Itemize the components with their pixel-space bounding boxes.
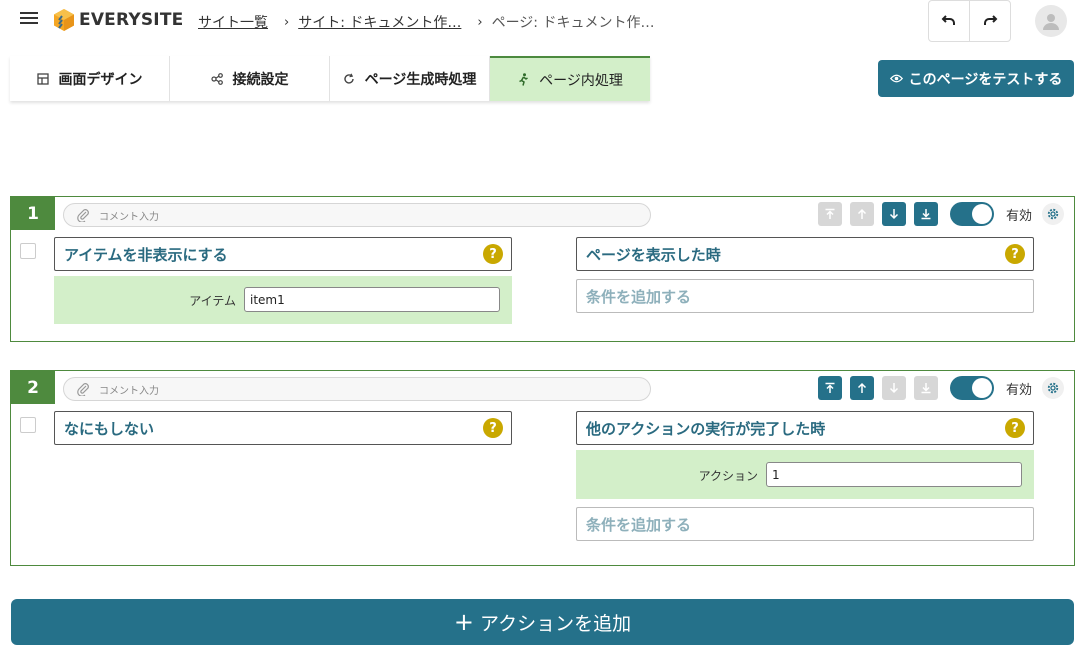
action-type-label: アイテムを非表示にする bbox=[64, 245, 228, 264]
move-top-button[interactable] bbox=[818, 202, 842, 226]
user-icon bbox=[1043, 14, 1059, 30]
tab-label: ページ生成時処理 bbox=[364, 71, 477, 88]
enabled-label: 有効 bbox=[1006, 208, 1033, 224]
comment-input[interactable]: コメント入力 bbox=[63, 377, 651, 401]
paperclip-icon bbox=[76, 208, 90, 222]
tab-screen-design[interactable]: 画面デザイン bbox=[10, 56, 170, 101]
comment-placeholder: コメント入力 bbox=[99, 211, 159, 223]
move-up-button[interactable] bbox=[850, 376, 874, 400]
breadcrumb-site[interactable]: サイト: ドキュメント作… bbox=[298, 12, 461, 32]
param-label: アイテム bbox=[189, 294, 236, 308]
tab-connection-settings[interactable]: 接続設定 bbox=[170, 56, 330, 101]
redo-button[interactable] bbox=[970, 1, 1010, 41]
gear-icon bbox=[1047, 208, 1059, 220]
action-type-select[interactable]: なにもしない ? bbox=[54, 411, 512, 445]
action-number: 1 bbox=[11, 197, 55, 230]
test-button-label: このページをテストする bbox=[908, 71, 1063, 88]
help-icon[interactable]: ? bbox=[483, 244, 503, 264]
nodes-icon bbox=[210, 72, 223, 85]
breadcrumb-page: ページ: ドキュメント作… bbox=[491, 15, 655, 31]
breadcrumb-sites[interactable]: サイト一覧 bbox=[198, 12, 268, 32]
tab-in-page-processing[interactable]: ページ内処理 bbox=[490, 56, 650, 101]
tab-page-generation[interactable]: ページ生成時処理 bbox=[330, 56, 490, 101]
plus-icon: + bbox=[453, 608, 475, 636]
enabled-toggle[interactable] bbox=[950, 376, 994, 400]
running-icon bbox=[517, 73, 529, 86]
move-down-button[interactable] bbox=[882, 202, 906, 226]
trigger-label: 他のアクションの実行が完了した時 bbox=[586, 419, 826, 438]
settings-button[interactable] bbox=[1042, 377, 1065, 399]
trigger-select[interactable]: ページを表示した時 ? bbox=[576, 237, 1034, 271]
select-checkbox[interactable] bbox=[20, 243, 36, 259]
layout-icon bbox=[36, 72, 49, 85]
add-condition-button[interactable]: 条件を追加する bbox=[576, 507, 1034, 541]
undo-button[interactable] bbox=[929, 1, 970, 41]
move-top-icon bbox=[825, 382, 835, 393]
gear-icon bbox=[1047, 382, 1059, 394]
editor-tabs: 画面デザイン 接続設定 ページ生成時処理 ページ内処理 bbox=[10, 56, 650, 101]
top-bar: EVERYSITE サイト一覧 › サイト: ドキュメント作… › ページ: ド… bbox=[0, 0, 1087, 44]
trigger-select[interactable]: 他のアクションの実行が完了した時 ? bbox=[576, 411, 1034, 445]
arrow-down-icon bbox=[889, 383, 899, 394]
redo-icon bbox=[984, 15, 998, 25]
action-card: 2 コメント入力 有効 なにもしない ? 他のアクションの実行が完了した時 ? bbox=[10, 370, 1075, 566]
add-action-label: アクションを追加 bbox=[480, 612, 632, 635]
avatar[interactable] bbox=[1035, 5, 1067, 37]
chevron-right-icon: › bbox=[284, 14, 290, 30]
add-condition-label: 条件を追加する bbox=[586, 287, 692, 306]
tab-label: ページ内処理 bbox=[539, 72, 623, 89]
move-top-icon bbox=[825, 208, 835, 219]
eye-icon bbox=[889, 73, 903, 84]
move-bottom-button[interactable] bbox=[914, 376, 938, 400]
add-condition-button[interactable]: 条件を追加する bbox=[576, 279, 1034, 313]
move-bottom-button[interactable] bbox=[914, 202, 938, 226]
action-type-select[interactable]: アイテムを非表示にする ? bbox=[54, 237, 512, 271]
action-controls: 有効 bbox=[818, 202, 1065, 226]
arrow-down-icon bbox=[889, 209, 899, 220]
move-down-button[interactable] bbox=[882, 376, 906, 400]
arrow-up-icon bbox=[857, 208, 867, 219]
hamburger-menu-icon[interactable] bbox=[18, 9, 40, 31]
help-icon[interactable]: ? bbox=[483, 418, 503, 438]
comment-placeholder: コメント入力 bbox=[99, 385, 159, 397]
breadcrumb: サイト一覧 › サイト: ドキュメント作… › ページ: ドキュメント作… bbox=[198, 12, 654, 32]
tab-label: 画面デザイン bbox=[58, 71, 143, 88]
trigger-label: ページを表示した時 bbox=[586, 245, 721, 264]
refresh-icon bbox=[343, 73, 355, 85]
param-label: アクション bbox=[698, 469, 758, 483]
action-controls: 有効 bbox=[818, 376, 1065, 400]
enabled-label: 有効 bbox=[1006, 382, 1033, 398]
arrow-up-icon bbox=[857, 382, 867, 393]
select-checkbox[interactable] bbox=[20, 417, 36, 433]
chevron-right-icon: › bbox=[477, 14, 483, 30]
move-top-button[interactable] bbox=[818, 376, 842, 400]
move-up-button[interactable] bbox=[850, 202, 874, 226]
tab-label: 接続設定 bbox=[232, 71, 289, 88]
action-number-input[interactable]: 1 bbox=[766, 462, 1022, 487]
settings-button[interactable] bbox=[1042, 203, 1065, 225]
logo-mark-icon bbox=[54, 9, 74, 31]
action-type-label: なにもしない bbox=[64, 419, 155, 438]
enabled-toggle[interactable] bbox=[950, 202, 994, 226]
logo[interactable]: EVERYSITE bbox=[53, 8, 183, 32]
logo-text: EVERYSITE bbox=[79, 10, 184, 30]
add-action-button[interactable]: + アクションを追加 bbox=[11, 599, 1074, 645]
add-condition-label: 条件を追加する bbox=[586, 515, 692, 534]
help-icon[interactable]: ? bbox=[1005, 244, 1025, 264]
help-icon[interactable]: ? bbox=[1005, 418, 1025, 438]
move-bottom-icon bbox=[921, 383, 931, 394]
paperclip-icon bbox=[76, 382, 90, 396]
action-number: 2 bbox=[11, 371, 55, 404]
undo-icon bbox=[941, 15, 955, 25]
move-bottom-icon bbox=[921, 209, 931, 220]
comment-input[interactable]: コメント入力 bbox=[63, 203, 651, 227]
item-input[interactable]: item1 bbox=[244, 287, 500, 312]
test-page-button[interactable]: このページをテストする bbox=[878, 60, 1074, 97]
undo-redo-group bbox=[928, 0, 1011, 42]
action-card: 1 コメント入力 有効 アイテムを非表示にする ? アイテム item1 ページ… bbox=[10, 196, 1075, 342]
